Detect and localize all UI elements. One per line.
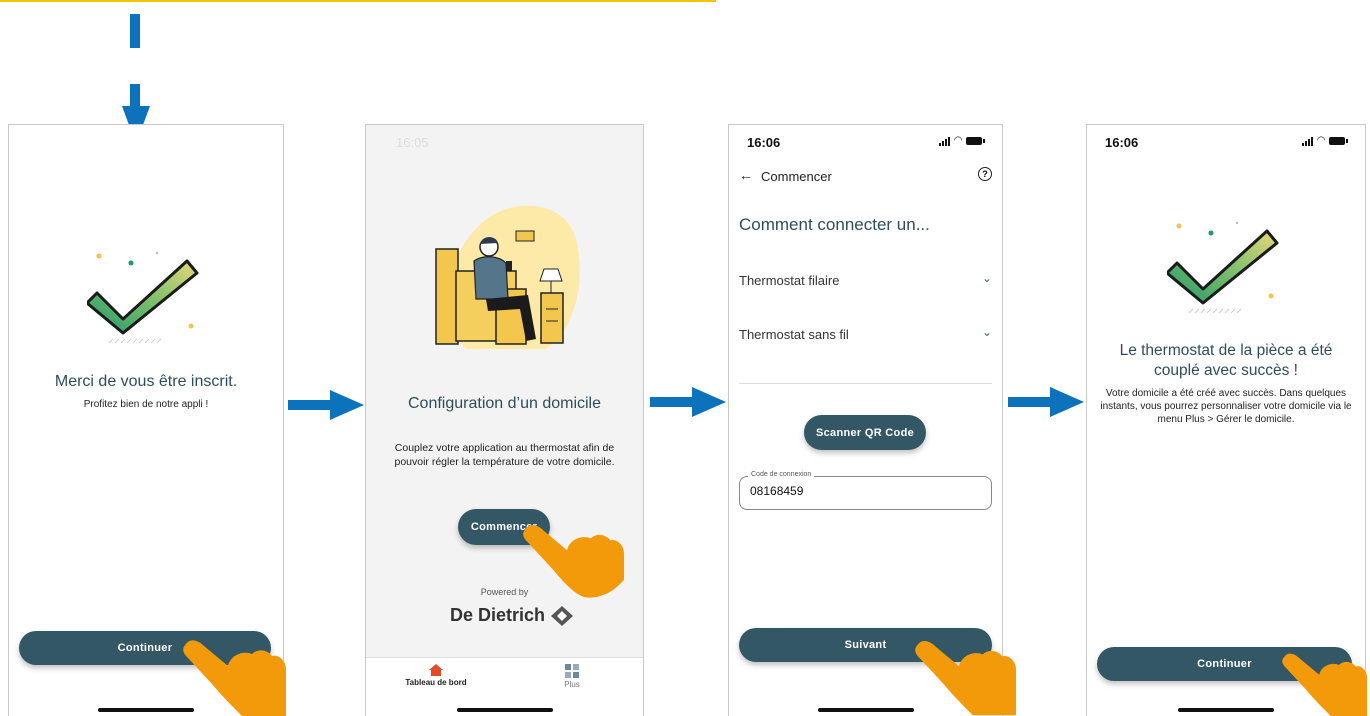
home-indicator (1178, 708, 1274, 712)
field-value: 08168459 (750, 484, 804, 498)
status-time: 16:06 (1105, 135, 1139, 150)
signal-icon (1302, 136, 1314, 146)
tab-label: Tableau de bord (405, 678, 467, 687)
flow-arrow-right-icon (288, 390, 364, 420)
section-heading: Comment connecter un... (739, 215, 930, 234)
top-divider-line (0, 0, 716, 2)
accordion-label: Thermostat sans fil (739, 327, 849, 342)
screen-connection-method: 16:06 ◠ ← Commencer ? Comment connecter … (728, 124, 1003, 716)
brand-logo: De Dietrich (450, 605, 574, 626)
flow-arrow-right-icon (650, 387, 726, 417)
signal-icon (939, 136, 951, 146)
battery-icon (1329, 136, 1348, 145)
brand-name: De Dietrich (450, 605, 546, 625)
tap-hand-icon (1282, 653, 1368, 716)
tab-dashboard[interactable]: Tableau de bord (396, 664, 476, 687)
page-title: Le thermostat de la pièce a été couplé a… (1119, 342, 1333, 379)
accordion-wired-thermostat[interactable]: Thermostat filaire ⌄ (739, 267, 992, 297)
brand-logo-icon (551, 605, 574, 626)
screen-registration-success: Merci de vous être inscrit. Profitez bie… (8, 124, 284, 716)
page-title: Configuration d’un domicile (408, 395, 601, 412)
page-title: Merci de vous être inscrit. (54, 373, 238, 390)
tab-plus[interactable]: Plus (552, 664, 592, 689)
success-description: Votre domicile a été créé avec succès. D… (1100, 388, 1352, 425)
battery-icon (966, 136, 985, 145)
grid-icon (565, 664, 579, 678)
field-label: Code de connexion (748, 471, 815, 478)
status-time: 16:06 (747, 135, 781, 150)
status-bar: 16:06 ◠ (1087, 131, 1365, 155)
tap-hand-icon (523, 525, 625, 598)
tap-hand-icon (183, 640, 286, 716)
screen-thermostat-paired: 16:06 ◠ Le thermostat de la pièce a été … (1086, 124, 1366, 716)
chevron-down-icon: ⌄ (981, 325, 992, 339)
wifi-icon: ◠ (1317, 135, 1325, 146)
status-bar: 16:06 ◠ (729, 131, 1002, 155)
help-icon[interactable]: ? (978, 167, 992, 181)
success-check-icon (1167, 221, 1279, 314)
screen-home-setup: 16:05 Configuration d’un domicile Couple… (365, 124, 644, 716)
home-indicator (98, 708, 194, 712)
person-in-armchair-illustration (435, 205, 580, 349)
accordion-label: Thermostat filaire (739, 273, 840, 288)
app-header: ← Commencer ? (739, 167, 992, 189)
home-indicator (456, 708, 553, 712)
status-bar: 16:05 (366, 131, 643, 155)
back-arrow-icon[interactable]: ← (739, 167, 753, 183)
status-icons: ◠ (939, 135, 985, 146)
bottom-tab-bar: Tableau de bord Plus (366, 657, 643, 716)
divider (739, 383, 992, 384)
scan-qr-code-button[interactable]: Scanner QR Code (804, 415, 926, 450)
back-label[interactable]: Commencer (761, 169, 832, 184)
status-time: 16:05 (396, 135, 429, 150)
wifi-icon: ◠ (954, 135, 962, 146)
connection-code-field[interactable]: Code de connexion 08168459 (739, 471, 992, 510)
flow-arrow-right-icon (1008, 387, 1084, 417)
home-indicator (817, 708, 914, 712)
chevron-down-icon: ⌄ (981, 271, 992, 285)
page-subtitle: Profitez bien de notre appli ! (83, 399, 209, 410)
success-check-icon (87, 251, 199, 344)
setup-description: Couplez votre application au thermostat … (394, 442, 615, 468)
home-icon (429, 664, 443, 676)
tap-hand-icon (915, 641, 1017, 716)
tab-label: Plus (564, 680, 580, 689)
accordion-wireless-thermostat[interactable]: Thermostat sans fil ⌄ (739, 321, 992, 351)
status-icons: ◠ (1302, 135, 1348, 146)
